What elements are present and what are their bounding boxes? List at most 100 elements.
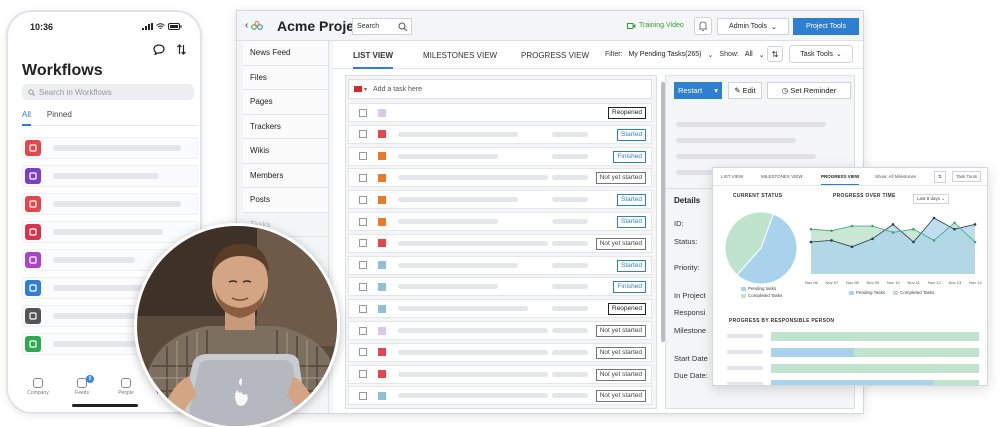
task-checkbox[interactable] — [359, 391, 367, 400]
detail-field-label: Due Date: — [674, 371, 708, 380]
tab-list-view[interactable]: LIST VIEW — [721, 174, 743, 179]
workflow-item-placeholder — [53, 145, 181, 151]
workflow-item[interactable] — [22, 137, 198, 159]
sidebar-item-files[interactable]: Files — [243, 65, 328, 90]
status-badge[interactable]: Started — [617, 194, 646, 207]
alert-icon — [25, 224, 41, 240]
nav-company[interactable]: Company — [23, 378, 53, 396]
task-checkbox[interactable] — [359, 304, 367, 313]
task-row[interactable]: Started — [348, 124, 652, 144]
status-badge[interactable]: Started — [617, 128, 646, 141]
task-checkbox[interactable] — [359, 326, 367, 335]
status-badge[interactable]: Finished — [613, 150, 646, 163]
restart-button[interactable]: Restart ▾ — [674, 82, 722, 99]
task-checkbox[interactable] — [359, 239, 367, 248]
status-badge[interactable]: Not yet started — [595, 325, 646, 337]
status-badge[interactable]: Not yet started — [595, 368, 646, 381]
sidebar-item-wikis[interactable]: Wikis — [243, 139, 328, 164]
task-row[interactable]: Not yet started — [348, 342, 652, 362]
workflow-item[interactable] — [22, 165, 198, 187]
status-badge[interactable]: Reopened — [608, 303, 646, 316]
project-tools-button[interactable]: Project Tools — [793, 18, 859, 35]
tab-list-view[interactable]: LIST VIEW — [353, 51, 393, 69]
show-dropdown[interactable]: All — [745, 51, 753, 59]
add-task-input[interactable]: ▾ Add a task here — [348, 79, 652, 99]
filter-dropdown[interactable]: My Pending Tasks(265) — [629, 51, 702, 59]
date-range-dropdown[interactable]: Last 8 days ⌄ — [913, 194, 950, 204]
tab-progress-view[interactable]: PROGRESS VIEW — [521, 51, 589, 60]
sidebar-item-posts[interactable]: Posts — [243, 188, 328, 213]
admin-tools-dropdown[interactable]: Admin Tools ⌄ — [717, 18, 789, 35]
tab-milestones-view[interactable]: MILESTONES VIEW — [423, 51, 497, 60]
data-point — [953, 221, 956, 225]
person-photo — [134, 223, 340, 427]
show-filter[interactable]: Show: All Milestones — [875, 174, 916, 179]
sort-button[interactable]: ⇅ — [767, 46, 783, 62]
task-row[interactable]: Not yet started — [348, 321, 652, 340]
task-checkbox[interactable] — [359, 130, 367, 139]
training-video-link[interactable]: Training Video — [627, 22, 684, 29]
task-checkbox[interactable] — [359, 108, 367, 117]
person-with-laptop-illustration — [137, 226, 337, 426]
search-input[interactable]: Search in Workflows — [22, 84, 194, 100]
x-tick-label: Nov 06 — [805, 280, 818, 285]
edit-button[interactable]: ✎ Edit — [728, 82, 762, 99]
task-tools-dropdown[interactable]: Task Tools — [952, 171, 981, 182]
task-checkbox[interactable] — [359, 217, 367, 226]
legend-label: Pending Tasks — [856, 290, 886, 295]
tab-progress-view[interactable]: PROGRESS VIEW — [821, 174, 860, 185]
task-row[interactable]: Not yet started — [348, 386, 652, 406]
task-row[interactable]: Reopened — [348, 299, 652, 319]
task-checkbox[interactable] — [359, 261, 367, 270]
status-badge[interactable]: Not yet started — [595, 237, 646, 250]
project-search-input[interactable]: Search — [352, 18, 412, 35]
sidebar-item-news-feed[interactable]: News Feed — [243, 41, 328, 66]
status-badge[interactable]: Started — [617, 216, 646, 228]
status-badge[interactable]: Not yet started — [595, 172, 646, 185]
task-checkbox[interactable] — [359, 348, 367, 357]
task-checkbox[interactable] — [359, 195, 367, 204]
priority-color-picker[interactable] — [354, 86, 362, 92]
legend-label: Pending tasks — [748, 286, 777, 291]
task-row[interactable]: Finished — [348, 146, 652, 166]
sidebar-item-trackers[interactable]: Trackers — [243, 114, 328, 139]
nav-people[interactable]: People — [111, 378, 141, 396]
workflow-item[interactable] — [22, 193, 198, 215]
task-checkbox[interactable] — [359, 173, 367, 182]
task-tools-dropdown[interactable]: Task Tools ⌄ — [789, 45, 853, 63]
task-checkbox[interactable] — [359, 282, 367, 291]
sidebar-item-members[interactable]: Members — [243, 163, 328, 188]
sort-icon[interactable] — [177, 44, 186, 55]
tab-pinned[interactable]: Pinned — [47, 108, 72, 125]
sort-button[interactable]: ⇅ — [934, 171, 946, 183]
task-row[interactable]: Started — [348, 255, 652, 275]
nav-feeds[interactable]: Feeds 8 — [67, 375, 97, 396]
workflow-item[interactable] — [22, 221, 198, 243]
tab-all[interactable]: All — [22, 108, 31, 126]
task-title-placeholder — [398, 175, 548, 181]
task-row[interactable]: Finished — [348, 277, 652, 297]
status-badge[interactable]: Not yet started — [595, 390, 646, 403]
task-row[interactable]: Not yet started — [348, 168, 652, 188]
people-icon — [121, 378, 131, 388]
set-reminder-button[interactable]: ◷ Set Reminder — [767, 82, 851, 99]
tab-milestones-view[interactable]: MILESTONES VIEW — [761, 174, 803, 179]
person-progress-bar — [771, 380, 979, 385]
workflow-item-placeholder — [53, 257, 135, 263]
status-badge[interactable]: Finished — [613, 281, 646, 294]
detail-field-label: Priority: — [674, 263, 700, 272]
status-badge[interactable]: Not yet started — [595, 346, 646, 359]
status-badge[interactable]: Reopened — [608, 107, 646, 119]
notifications-button[interactable] — [694, 17, 712, 35]
sidebar-item-pages[interactable]: Pages — [243, 90, 328, 115]
task-row[interactable]: Started — [348, 190, 652, 210]
task-checkbox[interactable] — [359, 370, 367, 379]
status-badge[interactable]: Started — [617, 259, 646, 272]
task-row[interactable]: Started — [348, 212, 652, 231]
chat-icon[interactable] — [153, 44, 165, 55]
task-row[interactable]: Not yet started — [348, 233, 652, 253]
task-row[interactable]: Reopened — [348, 103, 652, 122]
back-button[interactable]: ‹ — [245, 20, 264, 31]
task-row[interactable]: Not yet started — [348, 364, 652, 384]
task-checkbox[interactable] — [359, 152, 367, 161]
